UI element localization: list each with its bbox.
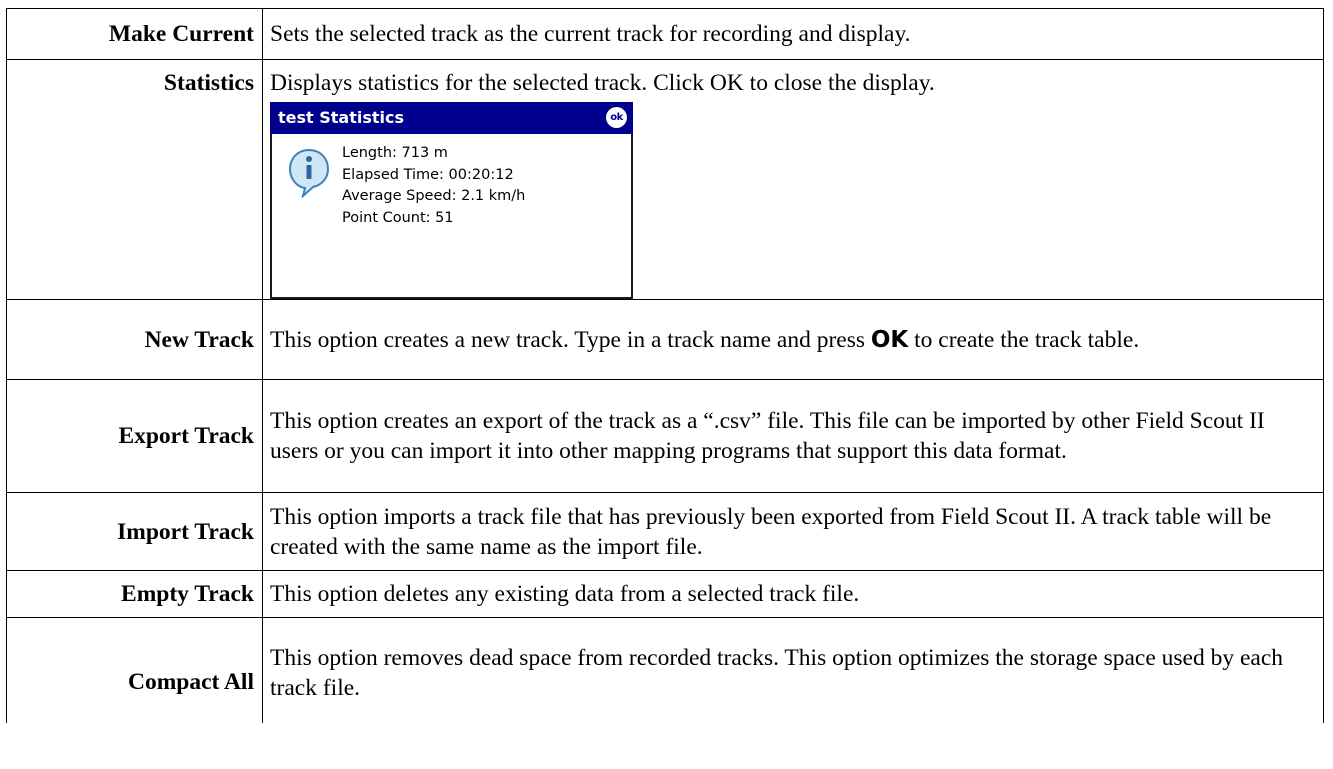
- table-row: Make Current Sets the selected track as …: [6, 8, 1324, 60]
- table-row: Import Track This option imports a track…: [6, 492, 1324, 571]
- menu-options-table: Make Current Sets the selected track as …: [6, 8, 1324, 723]
- stat-average-speed: Average Speed: 2.1 km/h: [342, 188, 526, 204]
- dialog-stats-text: Length: 713 m Elapsed Time: 00:20:12 Ave…: [342, 143, 525, 229]
- option-label: Make Current: [6, 8, 263, 60]
- option-label: New Track: [6, 299, 263, 380]
- option-description: This option removes dead space from reco…: [262, 617, 1324, 723]
- table-row: Statistics Displays statistics for the s…: [6, 59, 1324, 300]
- option-label: Import Track: [6, 492, 263, 571]
- option-label: Empty Track: [6, 570, 263, 618]
- option-label: Export Track: [6, 379, 263, 493]
- statistics-dialog: test Statistics ok Length: 713 m Elapsed…: [270, 102, 633, 299]
- option-description: This option imports a track file that ha…: [262, 492, 1324, 571]
- option-label: Compact All: [6, 617, 263, 723]
- table-row: Compact All This option removes dead spa…: [6, 617, 1324, 723]
- option-description-cell: Displays statistics for the selected tra…: [262, 59, 1324, 300]
- option-label: Statistics: [6, 59, 263, 300]
- dialog-title: test Statistics: [278, 108, 405, 127]
- option-description: This option deletes any existing data fr…: [262, 570, 1324, 618]
- description-part: to create the track table.: [908, 326, 1140, 353]
- option-description: This option creates an export of the tra…: [262, 379, 1324, 493]
- table-row: New Track This option creates a new trac…: [6, 299, 1324, 380]
- dialog-titlebar: test Statistics ok: [270, 102, 633, 134]
- ok-keyword: OK: [870, 326, 909, 353]
- table-row: Export Track This option creates an expo…: [6, 379, 1324, 493]
- option-description: Displays statistics for the selected tra…: [270, 70, 935, 96]
- option-description: Sets the selected track as the current t…: [262, 8, 1324, 60]
- dialog-ok-button[interactable]: ok: [606, 107, 627, 128]
- stat-length: Length: 713 m: [342, 145, 448, 161]
- table-row: Empty Track This option deletes any exis…: [6, 570, 1324, 618]
- description-part: This option creates a new track. Type in…: [270, 326, 871, 353]
- stat-elapsed-time: Elapsed Time: 00:20:12: [342, 166, 514, 183]
- info-icon: [288, 148, 330, 198]
- option-description: This option creates a new track. Type in…: [262, 299, 1324, 380]
- stat-point-count: Point Count: 51: [342, 209, 454, 226]
